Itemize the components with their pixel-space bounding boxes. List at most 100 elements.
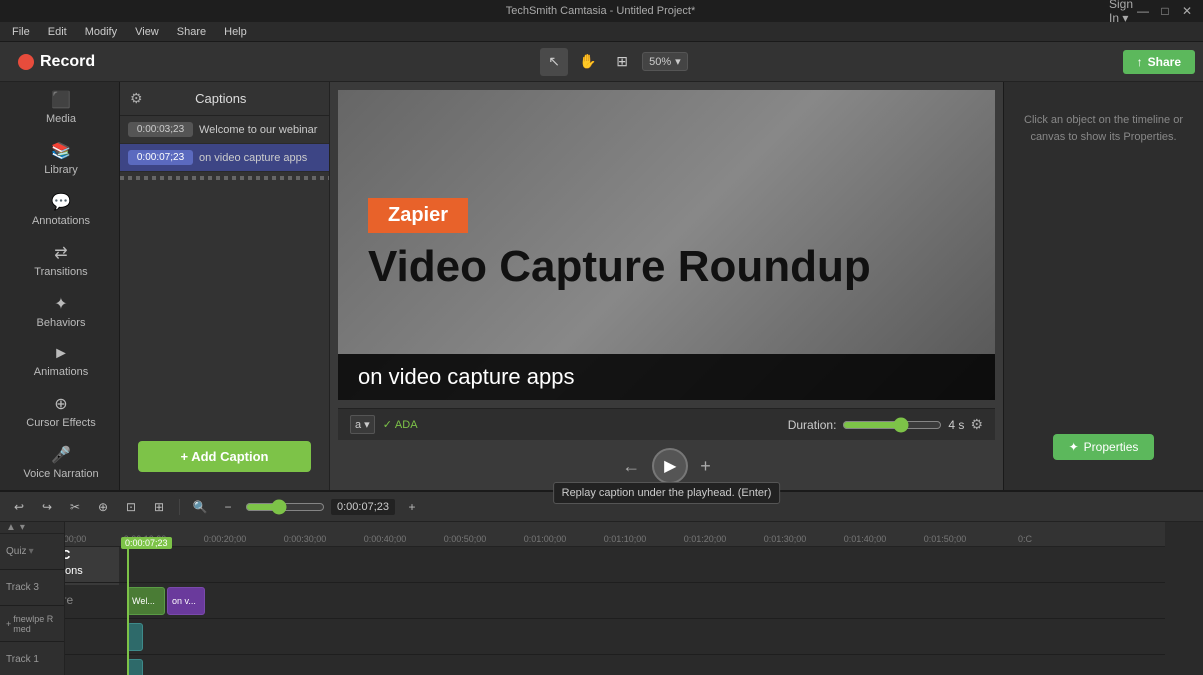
cut-button[interactable]: ✂ — [64, 496, 86, 518]
ruler-mark-3: 0:00:30;00 — [284, 534, 327, 544]
sidebar-item-annotations[interactable]: 💬 Annotations — [0, 184, 119, 235]
star-icon: ✦ — [1069, 440, 1079, 454]
sidebar: ⬛ Media 📚 Library 💬 Annotations ⇄ Transi… — [0, 82, 120, 490]
duration-value: 4 s — [948, 418, 964, 432]
check-icon: ✓ — [383, 418, 392, 431]
add-media-icon[interactable]: + — [6, 619, 11, 629]
sign-in-button[interactable]: Sign In ▾ — [1113, 3, 1129, 19]
captions-header: ⚙ Captions — [120, 82, 329, 116]
hand-tool-button[interactable]: ✋ — [574, 48, 602, 76]
sidebar-item-library[interactable]: 📚 Library — [0, 133, 119, 184]
split-button[interactable]: ⊞ — [148, 496, 170, 518]
time-ruler: 0:00:00;00 0:00:10;00 0:00:20;00 0:00:30… — [65, 522, 1165, 547]
video-caption-bar: on video capture apps — [338, 354, 995, 400]
menu-modify[interactable]: Modify — [77, 24, 125, 40]
menu-view[interactable]: View — [127, 24, 167, 40]
captions-settings-icon[interactable]: ⚙ — [130, 90, 143, 107]
crop-tool-button[interactable]: ⊞ — [608, 48, 636, 76]
caption-time-0: 0:00:03;23 — [128, 122, 193, 137]
menu-help[interactable]: Help — [216, 24, 255, 40]
paste-button[interactable]: ⊡ — [120, 496, 142, 518]
collapse-all-icon[interactable]: ▲ — [6, 522, 16, 533]
menu-edit[interactable]: Edit — [40, 24, 75, 40]
menu-file[interactable]: File — [4, 24, 38, 40]
record-label: Record — [40, 53, 95, 71]
clip-track2[interactable] — [127, 623, 143, 651]
timeline-content: ▲ ▾ Quiz ▾ Track 3 + fnewlpe R med Track… — [0, 522, 1203, 675]
sidebar-item-animations[interactable]: ► Animations — [0, 337, 119, 386]
animations-icon: ► — [53, 345, 69, 363]
transitions-icon: ⇄ — [54, 243, 67, 263]
toolbar-separator — [179, 499, 180, 515]
title-bar: TechSmith Camtasia - Untitled Project* S… — [0, 0, 1203, 22]
play-button[interactable]: ▶ — [652, 448, 688, 484]
media-icon: ⬛ — [51, 90, 71, 110]
share-icon: ↑ — [1137, 55, 1143, 69]
ruler-mark-10: 0:01:40;00 — [844, 534, 887, 544]
add-track-button[interactable]: + — [401, 496, 423, 518]
zoom-select[interactable]: 50% ▾ — [642, 52, 688, 71]
sidebar-item-media[interactable]: ⬛ Media — [0, 82, 119, 133]
font-dropdown[interactable]: a ▾ — [350, 415, 375, 434]
maximize-button[interactable]: □ — [1157, 3, 1173, 19]
track-header-controls: ▲ ▾ — [0, 522, 64, 534]
settings-gear-icon[interactable]: ⚙ — [970, 416, 983, 433]
record-dot-icon — [18, 54, 34, 70]
track-row-3: Wel... on v... — [65, 583, 1165, 619]
caption-item-1[interactable]: 0:00:07;23 on video capture apps — [120, 144, 329, 172]
close-button[interactable]: ✕ — [1179, 3, 1195, 19]
video-title: Video Capture Roundup — [368, 243, 871, 291]
caption-item-0[interactable]: 0:00:03;23 Welcome to our webinar — [120, 116, 329, 144]
clip-track1[interactable] — [127, 659, 143, 675]
toolbar: Record ↖ ✋ ⊞ 50% ▾ ↑ Share — [0, 42, 1203, 82]
undo-button[interactable]: ↩ — [8, 496, 30, 518]
ruler-mark-5: 0:00:50;00 — [444, 534, 487, 544]
clip-welcome[interactable]: Wel... — [127, 587, 165, 615]
cursor-effects-icon: ⊕ — [54, 394, 67, 414]
sidebar-label-library: Library — [44, 164, 78, 176]
quiz-collapse-icon[interactable]: ▾ — [29, 546, 34, 557]
caption-text-0: Welcome to our webinar — [199, 124, 317, 136]
timeline-tracks: 0:00:00;00 0:00:10;00 0:00:20;00 0:00:30… — [65, 522, 1203, 675]
menu-share[interactable]: Share — [169, 24, 214, 40]
add-caption-button-2[interactable]: + — [700, 456, 711, 477]
duration-slider[interactable] — [842, 417, 942, 433]
brand-badge: Zapier — [368, 198, 468, 233]
copy-button[interactable]: ⊕ — [92, 496, 114, 518]
record-button[interactable]: Record — [8, 49, 105, 75]
zoom-out-button[interactable]: − — [217, 496, 239, 518]
main-layout: ⬛ Media 📚 Library 💬 Annotations ⇄ Transi… — [0, 82, 1203, 490]
add-caption-button[interactable]: + Add Caption — [138, 441, 311, 472]
timeline-zoom-slider[interactable] — [245, 499, 325, 515]
ruler-mark-11: 0:01:50;00 — [924, 534, 967, 544]
playhead-time: 0:00:07;23 — [121, 537, 172, 549]
sidebar-item-transitions[interactable]: ⇄ Transitions — [0, 235, 119, 286]
select-tool-button[interactable]: ↖ — [540, 48, 568, 76]
tracks-wrapper: 0:00:07;23 Wel... on v... — [65, 547, 1165, 675]
properties-button[interactable]: ✦ Properties — [1053, 434, 1155, 460]
track-row-2 — [65, 619, 1165, 655]
ruler-mark-7: 0:01:10;00 — [604, 534, 647, 544]
prev-caption-button[interactable]: ← — [622, 456, 640, 477]
zoom-in-icon[interactable]: 🔍 — [189, 496, 211, 518]
clip-onvideo[interactable]: on v... — [167, 587, 205, 615]
expand-icon[interactable]: ▾ — [20, 522, 25, 533]
sidebar-item-cursor-effects[interactable]: ⊕ Cursor Effects — [0, 386, 119, 437]
sidebar-label-behaviors: Behaviors — [37, 317, 86, 329]
share-button[interactable]: ↑ Share — [1123, 50, 1195, 74]
sidebar-item-voice-narration[interactable]: 🎤 Voice Narration — [0, 437, 119, 488]
track-label-3: Track 3 — [0, 570, 64, 606]
properties-panel: Click an object on the timeline or canva… — [1003, 82, 1203, 490]
track-row-1 — [65, 655, 1165, 675]
minimize-button[interactable]: — — [1135, 3, 1151, 19]
track-row-quiz — [65, 547, 1165, 583]
timeline-time-display: 0:00:07;23 — [331, 499, 395, 515]
redo-button[interactable]: ↪ — [36, 496, 58, 518]
sidebar-label-media: Media — [46, 113, 76, 125]
duration-label: Duration: — [788, 418, 837, 432]
track-label-1: Track 1 — [0, 642, 64, 675]
sidebar-item-behaviors[interactable]: ✦ Behaviors — [0, 286, 119, 337]
playhead — [127, 547, 129, 675]
track-label-2: + fnewlpe R med — [0, 606, 64, 642]
annotations-icon: 💬 — [51, 192, 71, 212]
